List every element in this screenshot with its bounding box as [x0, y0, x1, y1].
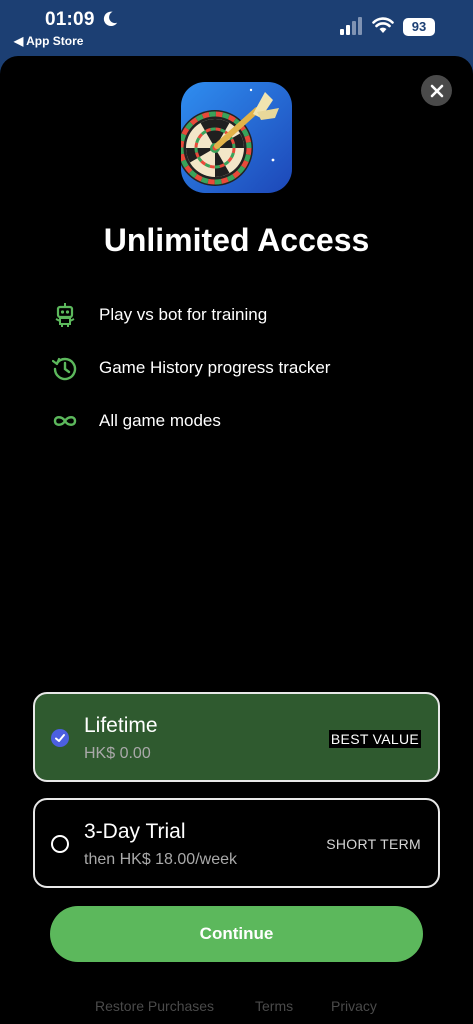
- privacy-link[interactable]: Privacy: [331, 998, 377, 1014]
- infinity-icon: [50, 406, 80, 436]
- continue-button[interactable]: Continue: [50, 906, 423, 962]
- robot-icon: [50, 300, 80, 330]
- status-time: 01:09: [45, 9, 95, 30]
- paywall-title: Unlimited Access: [103, 222, 370, 258]
- wifi-icon: [372, 17, 394, 33]
- feature-row-modes: All game modes: [50, 406, 221, 436]
- plan-name: Lifetime: [84, 714, 158, 737]
- feature-row-history: Game History progress tracker: [50, 353, 330, 383]
- plan-option-lifetime[interactable]: Lifetime HK$ 0.00 BEST VALUE: [33, 692, 440, 782]
- terms-link[interactable]: Terms: [255, 998, 293, 1014]
- feature-label: Play vs bot for training: [99, 305, 268, 324]
- plan-badge: SHORT TERM: [326, 836, 421, 852]
- feature-label: Game History progress tracker: [99, 358, 331, 377]
- plan-badge: BEST VALUE: [328, 730, 421, 748]
- close-button[interactable]: [421, 75, 452, 106]
- back-to-app-store-link[interactable]: ◀ App Store: [14, 34, 83, 48]
- feature-row-bot: Play vs bot for training: [50, 300, 267, 330]
- close-icon: [430, 84, 443, 97]
- battery-indicator: 93: [403, 18, 435, 36]
- feature-label: All game modes: [99, 411, 221, 430]
- cellular-signal-icon: [340, 17, 362, 35]
- app-icon-dartboard: [181, 82, 292, 193]
- plan-price: then HK$ 18.00/week: [84, 851, 237, 868]
- restore-purchases-link[interactable]: Restore Purchases: [95, 998, 214, 1014]
- plan-name: 3-Day Trial: [84, 820, 186, 843]
- history-icon: [50, 353, 80, 383]
- plan-price: HK$ 0.00: [84, 745, 151, 762]
- checkmark-icon: [51, 729, 69, 747]
- moon-icon: [103, 11, 118, 27]
- plan-option-trial[interactable]: 3-Day Trial then HK$ 18.00/week SHORT TE…: [33, 798, 440, 888]
- radio-unselected-icon: [51, 835, 69, 853]
- status-bar: 01:09 ◀ App Store 93: [0, 0, 473, 56]
